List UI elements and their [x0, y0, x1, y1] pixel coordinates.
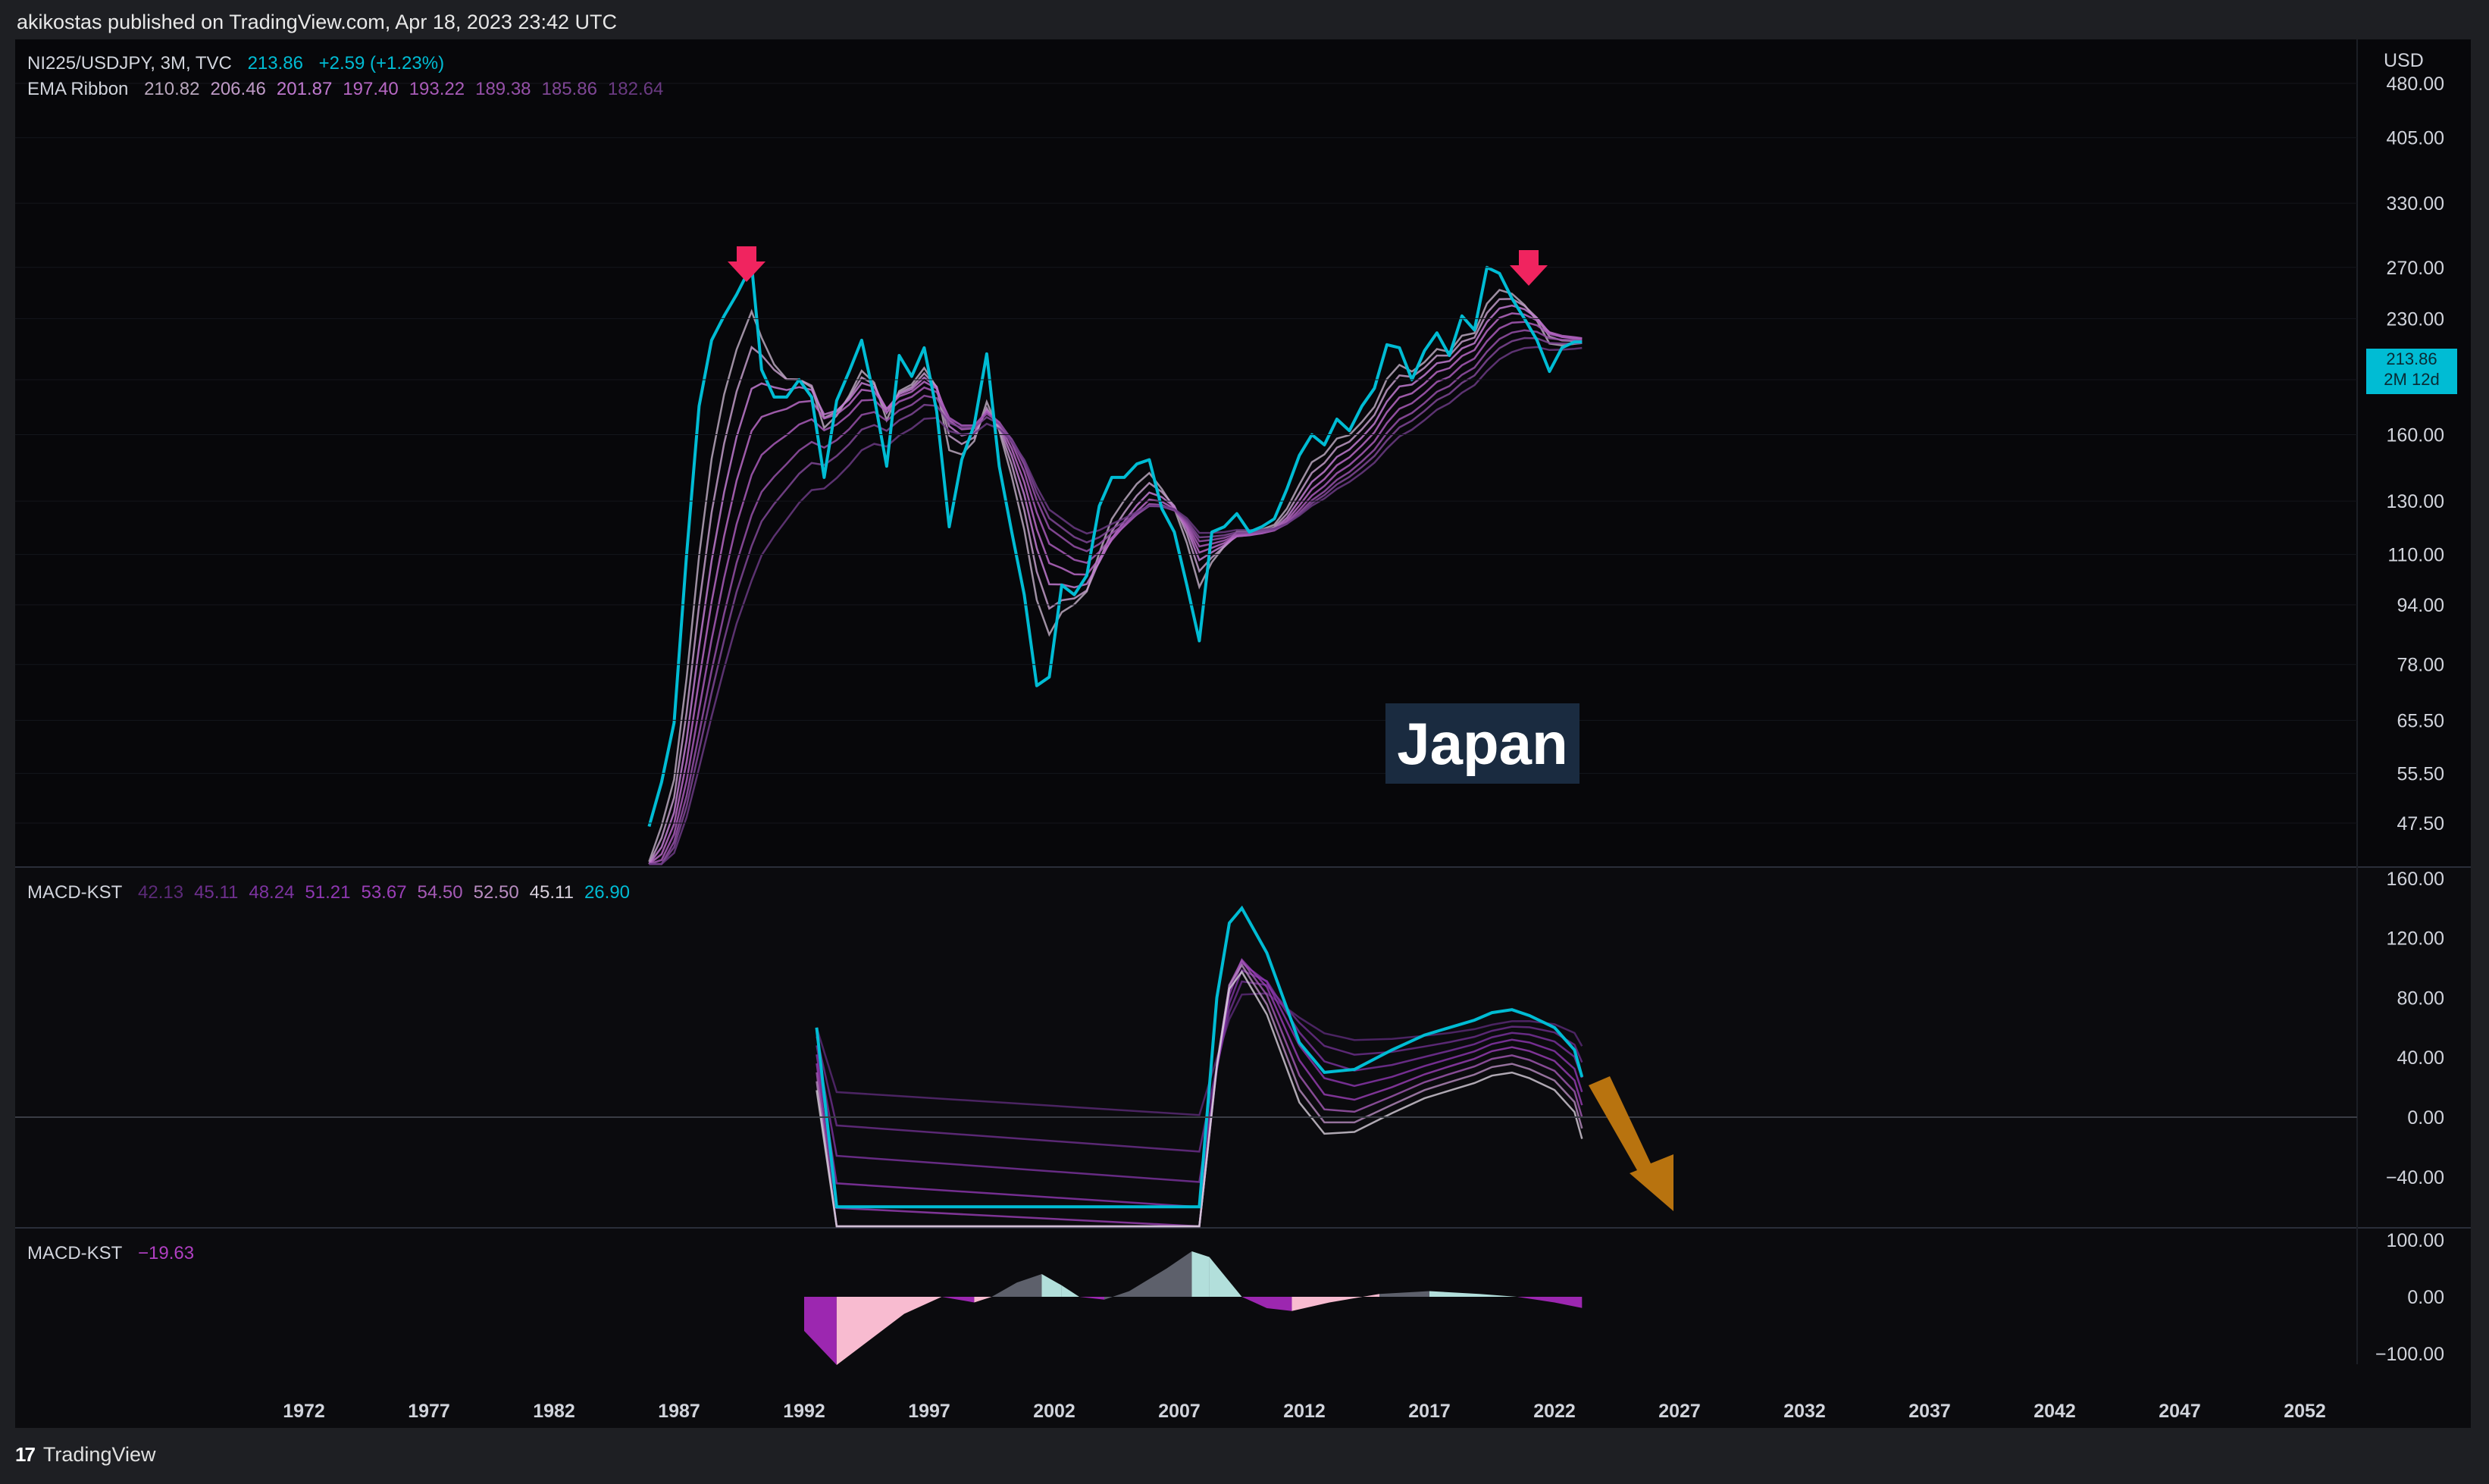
y-tick-main: 160.00	[2387, 425, 2444, 446]
y-tick-main: 480.00	[2387, 74, 2444, 95]
japan-label: Japan	[1385, 703, 1579, 784]
y-tick-main: 78.00	[2397, 655, 2444, 676]
footer: 17 TradingView	[15, 1443, 156, 1467]
x-tick: 2032	[1783, 1401, 1826, 1422]
main-legend-line: NI225/USDJPY, 3M, TVC 213.86 +2.59 (+1.2…	[27, 53, 455, 74]
ribbon-value-5: 189.38	[475, 79, 531, 99]
hist-value: −19.63	[138, 1243, 195, 1263]
footer-brand[interactable]: TradingView	[43, 1443, 156, 1467]
y-tick-hist: 100.00	[2387, 1230, 2444, 1251]
x-tick: 1972	[283, 1401, 325, 1422]
x-tick: 2037	[1908, 1401, 1951, 1422]
ribbon-value-4: 193.22	[409, 79, 465, 99]
y-tick-main: 55.50	[2397, 763, 2444, 784]
x-tick: 2017	[1408, 1401, 1451, 1422]
ribbon-value-0: 210.82	[144, 79, 200, 99]
ribbon-value-1: 206.46	[210, 79, 266, 99]
x-tick: 1997	[908, 1401, 950, 1422]
x-tick: 2052	[2284, 1401, 2326, 1422]
hist-name[interactable]: MACD-KST	[27, 1243, 122, 1263]
x-tick: 2042	[2033, 1401, 2076, 1422]
y-tick-main: 94.00	[2397, 595, 2444, 616]
x-tick: 1977	[408, 1401, 450, 1422]
hist-legend-line: MACD-KST −19.63	[27, 1243, 205, 1264]
x-tick: 2007	[1158, 1401, 1201, 1422]
kst-value-4: 53.67	[361, 882, 407, 903]
last-price-value: 213.86	[247, 53, 303, 74]
kst-value-3: 51.21	[305, 882, 351, 903]
y-tick-main: 47.50	[2397, 813, 2444, 834]
y-tick-kst: 120.00	[2387, 928, 2444, 950]
x-tick: 2027	[1658, 1401, 1701, 1422]
y-tick-main: 65.50	[2397, 710, 2444, 731]
x-tick: 1992	[783, 1401, 825, 1422]
y-tick-kst: 80.00	[2397, 988, 2444, 1009]
y-tick-main: 270.00	[2387, 258, 2444, 279]
kst-name[interactable]: MACD-KST	[27, 882, 122, 903]
ribbon-value-6: 185.86	[541, 79, 597, 99]
kst-value-7: 45.11	[529, 882, 574, 903]
currency-unit[interactable]: USD	[2384, 50, 2424, 71]
ribbon-value-7: 182.64	[607, 79, 664, 99]
badge-countdown: 2M 12d	[2384, 370, 2440, 389]
x-tick: 2002	[1033, 1401, 1075, 1422]
kst-value-0: 42.13	[138, 882, 184, 903]
symbol-label[interactable]: NI225/USDJPY, 3M, TVC	[27, 53, 232, 74]
kst-value-8: 26.90	[584, 882, 631, 903]
x-tick: 2012	[1283, 1401, 1326, 1422]
price-badge: 213.86 2M 12d	[2366, 349, 2457, 394]
y-tick-hist: −100.00	[2375, 1344, 2444, 1365]
y-tick-main: 330.00	[2387, 193, 2444, 214]
y-tick-kst: 0.00	[2407, 1107, 2444, 1129]
y-tick-main: 230.00	[2387, 308, 2444, 330]
y-tick-kst: 40.00	[2397, 1047, 2444, 1069]
x-tick: 2047	[2159, 1401, 2201, 1422]
y-tick-hist: 0.00	[2407, 1287, 2444, 1308]
ribbon-value-3: 197.40	[343, 79, 399, 99]
x-tick: 2022	[1533, 1401, 1576, 1422]
ribbon-value-2: 201.87	[276, 79, 333, 99]
y-tick-main: 130.00	[2387, 491, 2444, 512]
kst-value-1: 45.11	[194, 882, 239, 903]
kst-value-6: 52.50	[473, 882, 519, 903]
badge-price: 213.86	[2386, 349, 2437, 368]
kst-legend-line: MACD-KST 42.13 45.11 48.24 51.21 53.67 54.50 5…	[27, 882, 640, 903]
tradingview-logo-icon[interactable]: 17	[15, 1443, 36, 1467]
y-tick-kst: 160.00	[2387, 869, 2444, 890]
hist-segment	[1191, 1251, 1210, 1297]
y-tick-main: 110.00	[2387, 545, 2444, 566]
price-change-value: +2.59 (+1.23%)	[318, 53, 445, 74]
x-tick: 1987	[658, 1401, 700, 1422]
y-tick-main: 405.00	[2387, 128, 2444, 149]
kst-value-2: 48.24	[249, 882, 295, 903]
x-tick: 1982	[533, 1401, 575, 1422]
chart-canvas[interactable]: 480.00405.00330.00270.00230.00190.00160.…	[0, 0, 2489, 1484]
main-pane[interactable]	[15, 39, 2471, 867]
ribbon-name[interactable]: EMA Ribbon	[27, 79, 128, 99]
kst-value-5: 54.50	[417, 882, 463, 903]
y-tick-kst: −40.00	[2386, 1167, 2444, 1188]
ribbon-legend-line: EMA Ribbon 210.82 206.46 201.87 197.40 193.2…	[27, 79, 674, 100]
